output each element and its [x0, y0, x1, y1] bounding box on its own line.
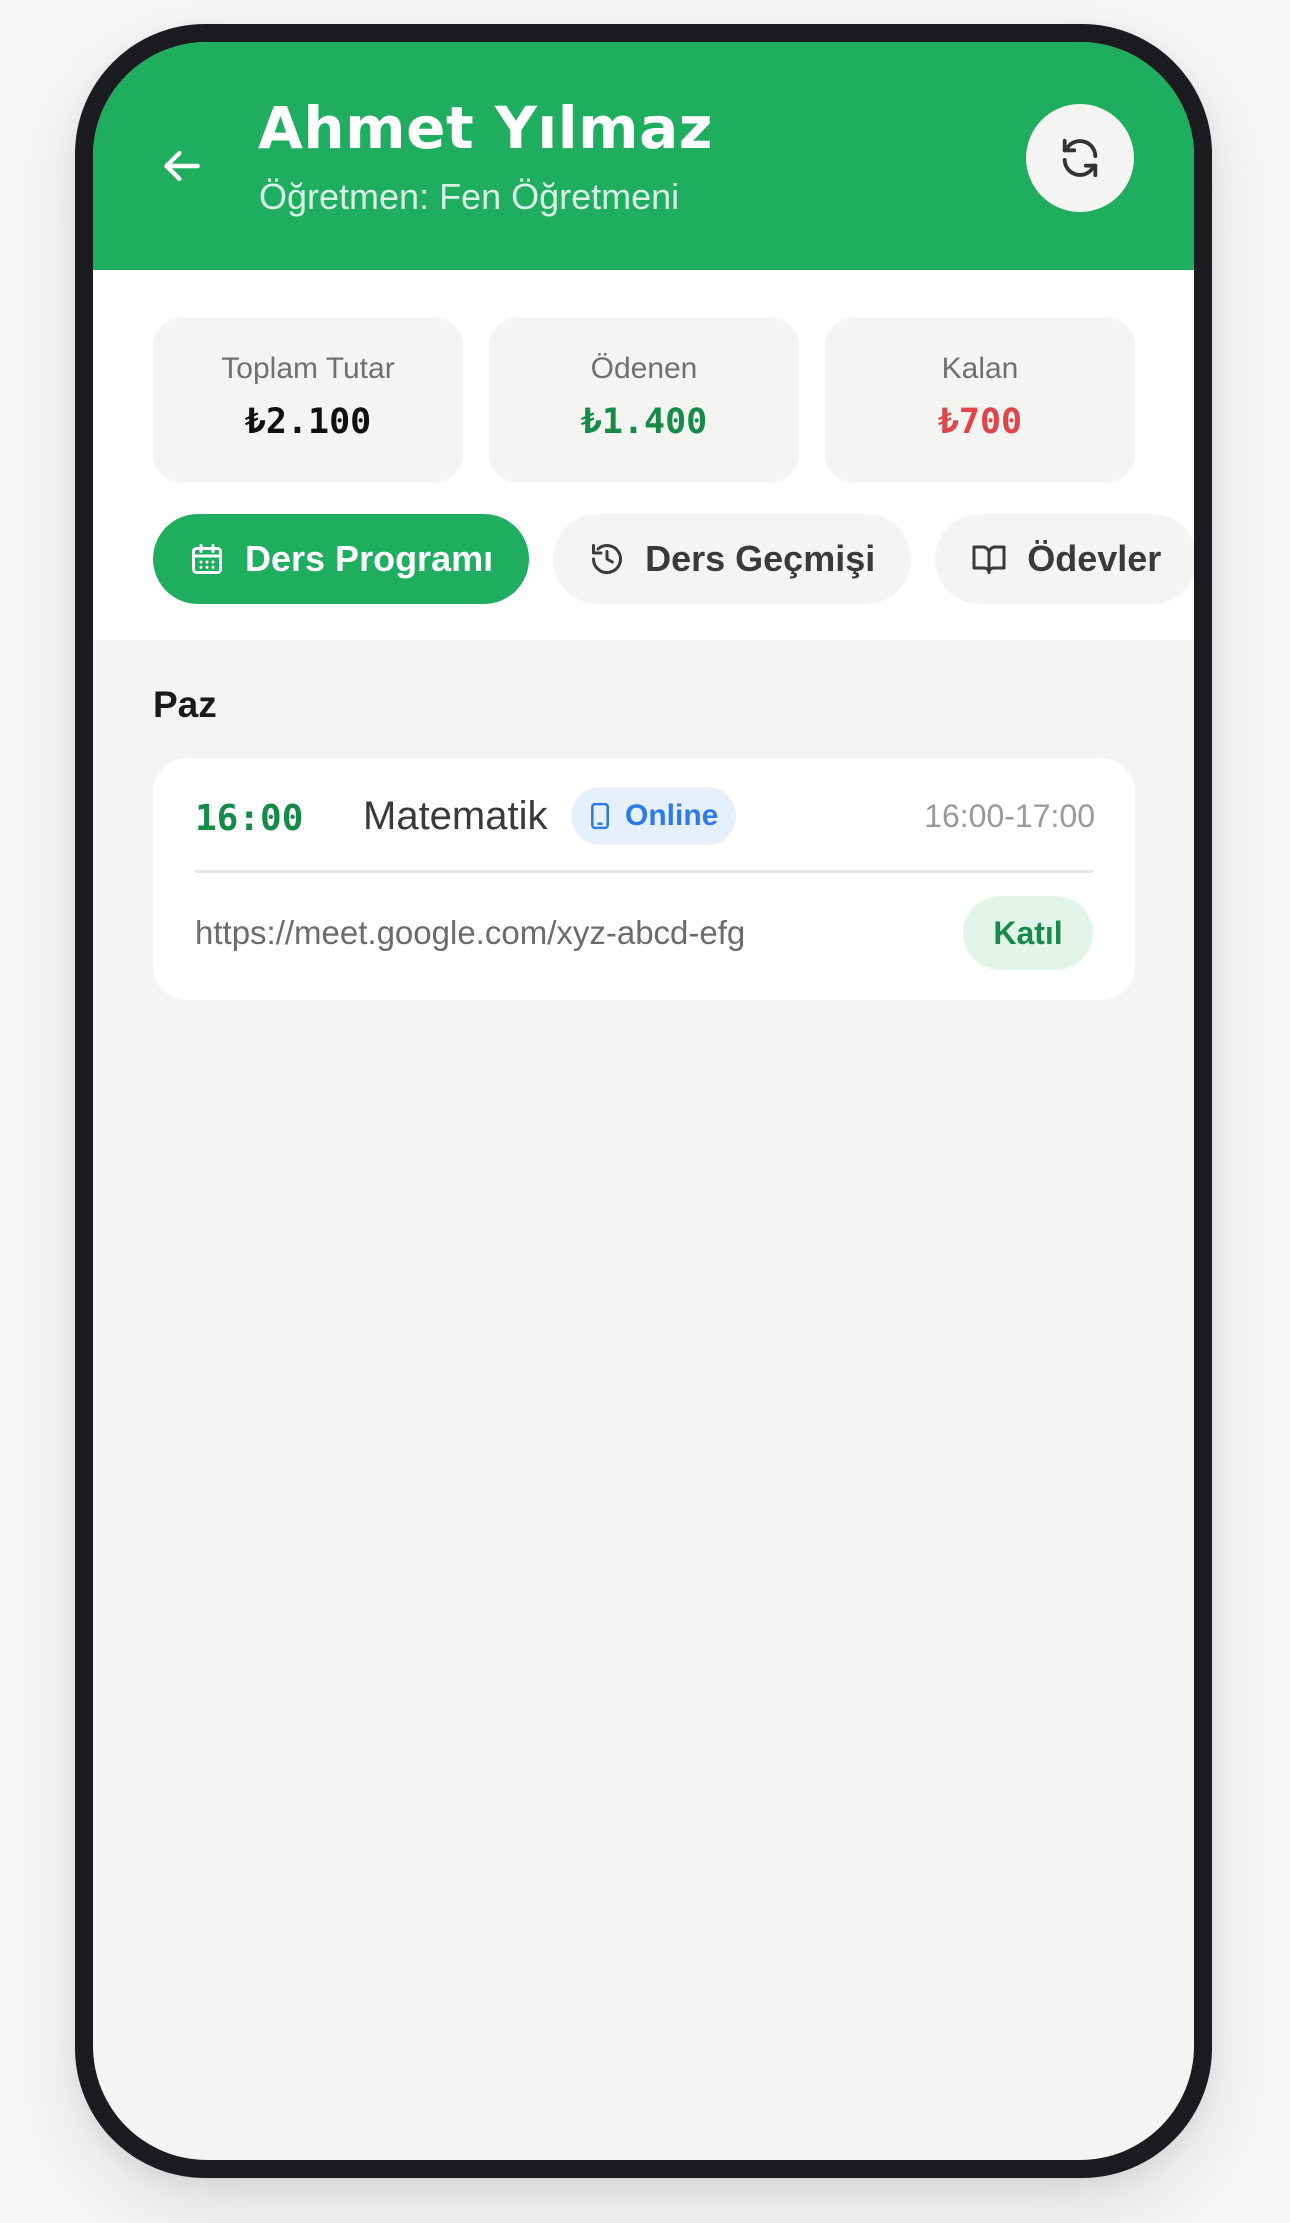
refresh-icon — [1062, 138, 1098, 178]
stat-paid-value: ₺1.400 — [580, 402, 708, 442]
header: Ahmet Yılmaz Öğretmen: Fen Öğretmeni — [93, 42, 1194, 270]
online-badge: Online — [571, 787, 737, 845]
lesson-card: 16:00 Matematik Online 16:00-17:00 https… — [153, 758, 1135, 1000]
lesson-start-time: 16:00 — [195, 798, 304, 839]
tab-ders-gecmisi[interactable]: Ders Geçmişi — [553, 514, 912, 604]
stat-remaining-value: ₺700 — [937, 402, 1023, 442]
tab-ders-programi[interactable]: Ders Programı — [153, 514, 530, 604]
lesson-subject: Matematik — [363, 794, 548, 838]
join-button[interactable]: Katıl — [963, 896, 1093, 970]
book-icon — [972, 545, 1006, 574]
tab-odevler-label: Ödevler — [1027, 538, 1162, 579]
online-badge-label: Online — [625, 799, 719, 832]
phone-frame: Ahmet Yılmaz Öğretmen: Fen Öğretmeni Top… — [75, 24, 1212, 2178]
history-icon — [592, 544, 623, 575]
calendar-icon — [192, 544, 222, 574]
stat-remaining: Kalan ₺700 — [825, 318, 1135, 482]
stat-paid: Ödenen ₺1.400 — [489, 318, 799, 482]
stat-remaining-label: Kalan — [941, 352, 1019, 385]
stat-total: Toplam Tutar ₺2.100 — [153, 318, 463, 482]
divider — [195, 870, 1093, 873]
stat-total-label: Toplam Tutar — [221, 352, 395, 385]
tab-ders-programi-label: Ders Programı — [245, 538, 494, 579]
tab-ders-gecmisi-label: Ders Geçmişi — [645, 538, 876, 579]
stat-paid-label: Ödenen — [590, 352, 698, 385]
page-subtitle: Öğretmen: Fen Öğretmeni — [259, 176, 680, 217]
stat-total-value: ₺2.100 — [244, 402, 372, 442]
refresh-button[interactable] — [1026, 104, 1134, 212]
arrow-left-icon — [164, 150, 200, 182]
lesson-time-range: 16:00-17:00 — [924, 798, 1095, 834]
page-title: Ahmet Yılmaz — [258, 94, 713, 162]
meeting-link[interactable]: https://meet.google.com/xyz-abcd-efg — [195, 914, 745, 952]
tab-odevler[interactable]: Ödevler — [935, 514, 1194, 604]
tab-bar: Ders Programı Ders Geçmişi Ödevler — [153, 514, 1194, 606]
phone-icon — [591, 802, 609, 830]
screen: Ahmet Yılmaz Öğretmen: Fen Öğretmeni Top… — [93, 42, 1194, 2160]
day-heading: Paz — [153, 684, 217, 725]
back-button[interactable] — [151, 134, 215, 198]
summary-panel: Toplam Tutar ₺2.100 Ödenen ₺1.400 Kalan … — [93, 270, 1194, 640]
